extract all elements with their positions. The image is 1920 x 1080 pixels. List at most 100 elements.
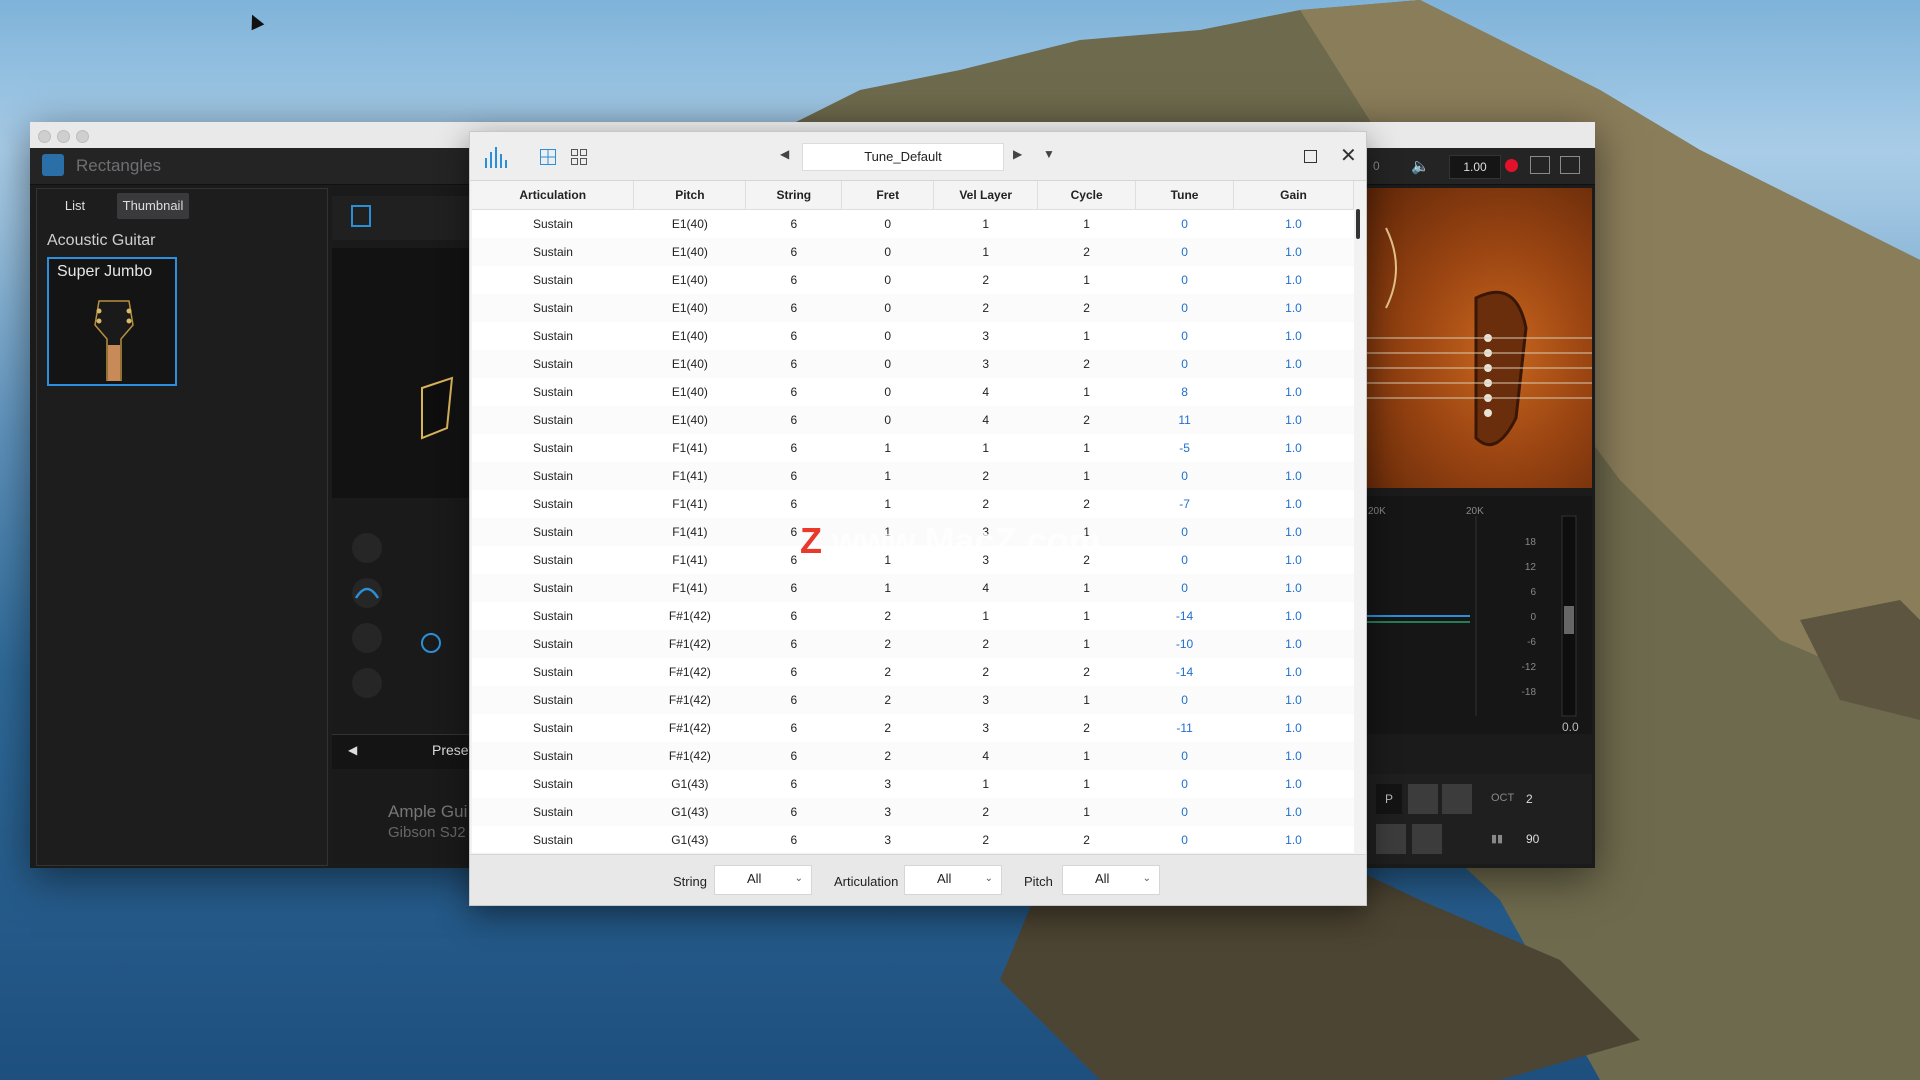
table-cell[interactable]: 1.0 [1234,266,1354,294]
key-semicolon[interactable] [1376,824,1406,854]
table-cell[interactable]: 1.0 [1233,238,1354,266]
table-cell[interactable]: 1.0 [1234,434,1354,462]
table-row[interactable]: Sustain E1(40) 6 0 1 2 0 1.0 [472,238,1354,266]
table-cell[interactable]: 1.0 [1234,490,1354,518]
table-cell[interactable]: 0 [1135,350,1234,378]
instrument-card[interactable]: Super Jumbo [47,257,177,386]
table-cell[interactable]: 0 [1136,770,1234,798]
table-row[interactable]: Sustain F#1(42) 6 2 3 2 -11 1.0 [472,714,1354,742]
table-cell[interactable]: -14 [1136,658,1234,686]
table-cell[interactable]: 1.0 [1233,462,1354,490]
table-cell[interactable]: 1.0 [1234,546,1354,574]
table-cell[interactable]: 0 [1135,294,1234,322]
speaker-icon[interactable]: 🔈 [1411,157,1430,175]
table-cell[interactable]: 1.0 [1233,686,1354,714]
panel-toggle-icon[interactable] [1530,156,1550,174]
table-row[interactable]: Sustain F#1(42) 6 2 2 1 -10 1.0 [472,630,1354,658]
preset-next-arrow-icon[interactable]: ▶ [1013,147,1022,161]
table-row[interactable]: Sustain F#1(42) 6 2 1 1 -14 1.0 [472,602,1354,630]
preset-prev-icon[interactable]: ◀ [348,743,357,757]
articulation-filter-select[interactable]: All ⌄ [904,865,1002,895]
table-row[interactable]: Sustain E1(40) 6 0 4 1 8 1.0 [472,378,1354,406]
table-row[interactable]: Sustain G1(43) 6 3 2 2 0 1.0 [472,826,1354,853]
tune-bars-icon[interactable] [484,146,508,168]
preset-dropdown-icon[interactable]: ▼ [1043,147,1055,161]
table-cell[interactable]: 0 [1135,462,1234,490]
table-cell[interactable]: 1.0 [1233,630,1354,658]
velocity-value[interactable]: 90 [1526,832,1539,846]
window-minimize-button[interactable] [57,130,70,143]
table-cell[interactable]: 11 [1135,406,1234,434]
oct-value[interactable]: 2 [1526,792,1533,806]
window-close-button[interactable] [38,130,51,143]
table-row[interactable]: Sustain F1(41) 6 1 1 1 -5 1.0 [472,434,1354,462]
table-row[interactable]: Sustain E1(40) 6 0 4 2 11 1.0 [472,406,1354,434]
table-row[interactable]: Sustain E1(40) 6 0 1 1 0 1.0 [472,210,1354,239]
table-cell[interactable]: 0 [1135,686,1234,714]
table-row[interactable]: Sustain F1(41) 6 1 2 1 0 1.0 [472,462,1354,490]
column-header[interactable]: Tune [1135,181,1235,210]
table-cell[interactable]: 1.0 [1233,742,1354,770]
table-cell[interactable]: 0 [1136,546,1234,574]
table-cell[interactable]: -5 [1136,434,1234,462]
master-volume-field[interactable]: 1.00 [1449,155,1501,179]
column-header[interactable]: Pitch [633,181,747,210]
table-cell[interactable]: -7 [1136,490,1234,518]
table-row[interactable]: Sustain E1(40) 6 0 2 2 0 1.0 [472,294,1354,322]
maximize-icon[interactable] [1304,150,1317,163]
close-icon[interactable]: ✕ [1340,143,1357,168]
table-row[interactable]: Sustain E1(40) 6 0 2 1 0 1.0 [472,266,1354,294]
table-row[interactable]: Sustain F1(41) 6 1 2 2 -7 1.0 [472,490,1354,518]
key-p[interactable]: P [1376,784,1402,814]
table-cell[interactable]: 1.0 [1233,574,1354,602]
table-cell[interactable]: 1.0 [1234,602,1354,630]
table-cell[interactable]: 1.0 [1233,518,1354,546]
grid-view-small-icon[interactable] [571,149,587,165]
table-cell[interactable]: -10 [1135,630,1234,658]
table-cell[interactable]: -14 [1136,602,1234,630]
string-filter-select[interactable]: All ⌄ [714,865,812,895]
table-cell[interactable]: 1.0 [1234,714,1354,742]
table-cell[interactable]: 1.0 [1233,406,1354,434]
table-cell[interactable]: 0 [1135,742,1234,770]
column-header[interactable]: String [745,181,843,210]
record-button[interactable] [1505,159,1518,172]
table-row[interactable]: Sustain F#1(42) 6 2 4 1 0 1.0 [472,742,1354,770]
table-row[interactable]: Sustain F#1(42) 6 2 3 1 0 1.0 [472,686,1354,714]
table-cell[interactable]: 0 [1135,518,1234,546]
table-cell[interactable]: 1.0 [1234,658,1354,686]
column-header[interactable]: Fret [841,181,935,210]
table-cell[interactable]: 0 [1135,238,1234,266]
table-cell[interactable]: 1.0 [1233,294,1354,322]
table-row[interactable]: Sustain F1(41) 6 1 4 1 0 1.0 [472,574,1354,602]
table-row[interactable]: Sustain G1(43) 6 3 2 1 0 1.0 [472,798,1354,826]
minimize-panel-icon[interactable] [1560,156,1580,174]
table-cell[interactable]: 1.0 [1234,322,1354,350]
table-cell[interactable]: 0 [1136,826,1234,853]
key-quote[interactable] [1412,824,1442,854]
table-cell[interactable]: 1.0 [1234,378,1354,406]
column-header[interactable]: Gain [1233,181,1354,210]
preset-name-field[interactable]: Tune_Default [802,143,1004,171]
table-cell[interactable]: 1.0 [1233,350,1354,378]
table-cell[interactable]: 1.0 [1233,798,1354,826]
tab-list[interactable]: List [47,193,103,219]
column-header[interactable]: Cycle [1037,181,1137,210]
column-header[interactable]: Articulation [472,181,635,210]
column-header[interactable]: Vel Layer [933,181,1039,210]
window-zoom-button[interactable] [76,130,89,143]
table-cell[interactable]: 0 [1136,322,1234,350]
table-cell[interactable]: 1.0 [1234,770,1354,798]
table-cell[interactable]: 0 [1135,574,1234,602]
grid-view-large-icon[interactable] [540,149,556,165]
table-cell[interactable]: 0 [1136,266,1234,294]
table-cell[interactable]: 0 [1135,798,1234,826]
table-cell[interactable]: 8 [1136,378,1234,406]
key-bracket-left[interactable] [1408,784,1438,814]
table-cell[interactable]: 1.0 [1234,826,1354,853]
table-scrollbar[interactable] [1356,209,1360,239]
table-cell[interactable]: 1.0 [1234,210,1354,239]
pitch-filter-select[interactable]: All ⌄ [1062,865,1160,895]
table-cell[interactable]: -11 [1136,714,1234,742]
preset-prev-arrow-icon[interactable]: ◀ [780,147,789,161]
